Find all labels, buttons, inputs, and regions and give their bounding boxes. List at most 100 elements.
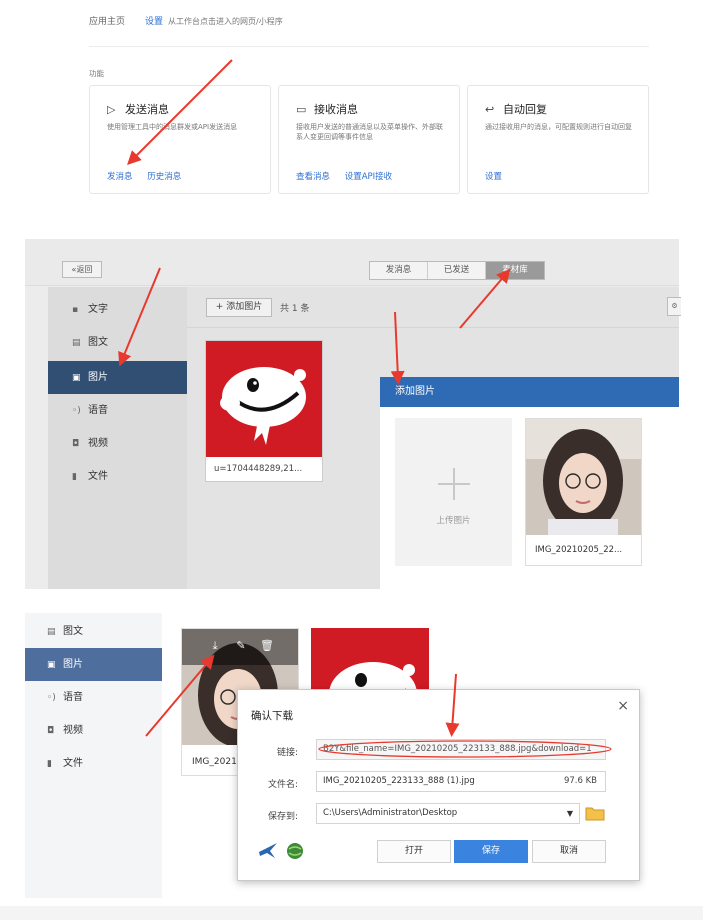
send-message-card: ▷ 发送消息 使用管理工具中的消息群发或API发送消息 发消息 历史消息 [89, 85, 271, 194]
link-field[interactable]: B2Y&file_name=IMG_20210205_223133_888.jp… [316, 739, 606, 760]
material-library-panel: «返回 发消息 已发送 素材库 ▪ 文字 ▤ 图文 ▣ 图片 ◦) 语音 ◘ 视频 ▮ 文件… [25, 239, 681, 589]
file-icon: ▮ [72, 472, 77, 482]
auto-reply-settings-link[interactable]: 设置 [485, 172, 502, 182]
thunder-bird-icon[interactable] [258, 842, 278, 860]
sidebar-item-label: 语音 [88, 405, 108, 416]
voice-icon: ◦) [72, 406, 81, 416]
folder-icon[interactable] [585, 805, 605, 821]
download-icon[interactable]: ⤓ [208, 639, 222, 653]
sidebar-item-label: 视频 [88, 438, 108, 449]
image-text-icon: ▤ [72, 338, 81, 348]
filename-label: 文件名: [267, 780, 298, 790]
sidebar-item-label: 文字 [88, 304, 108, 315]
edit-icon[interactable]: ✎ [234, 639, 248, 653]
file-icon: ▮ [47, 759, 52, 769]
globe-download-icon[interactable] [285, 841, 305, 861]
filename-field[interactable]: IMG_20210205_223133_888 (1).jpg 97.6 KB [316, 771, 606, 792]
sidebar-item-image[interactable]: ▣ 图片 [48, 361, 187, 394]
sidebar-item-text[interactable]: ▪ 文字 [48, 293, 187, 326]
image-icon: ▣ [72, 373, 81, 383]
sidebar-item-voice[interactable]: ◦) 语音 [25, 681, 162, 714]
upload-label: 上传图片 [436, 516, 471, 526]
save-button[interactable]: 保存 [454, 840, 528, 863]
item-count: 共 1 条 [280, 304, 310, 314]
sidebar-item-label: 图文 [88, 337, 108, 348]
view-messages-link[interactable]: 查看消息 [296, 172, 330, 182]
sidebar-item-label: 文件 [88, 471, 108, 482]
top-bar [25, 239, 679, 286]
sidebar-item-label: 视频 [63, 725, 83, 736]
settings-icon[interactable]: ⚙ [667, 297, 681, 316]
tab-material-library[interactable]: 素材库 [486, 262, 544, 279]
text-icon: ▪ [72, 305, 79, 315]
jd-mascot-image [206, 341, 322, 457]
image-text-icon: ▤ [47, 627, 56, 637]
close-icon[interactable]: × [617, 698, 629, 714]
card-description: 通过接收用户的消息，可配置规则进行自动回复 [485, 123, 632, 131]
card-title: 自动回复 [503, 103, 547, 116]
trash-icon[interactable]: 🗑 [260, 639, 274, 653]
sidebar-item-video[interactable]: ◘ 视频 [48, 427, 187, 460]
sidebar: ▤ 图文 ▣ 图片 ◦) 语音 ◘ 视频 ▮ 文件 [25, 613, 162, 898]
message-history-link[interactable]: 历史消息 [147, 172, 181, 182]
breadcrumb-home[interactable]: 应用主页 [89, 17, 125, 27]
sidebar-item-file[interactable]: ▮ 文件 [48, 460, 187, 493]
open-button[interactable]: 打开 [377, 840, 451, 863]
upload-image-tile[interactable]: 上传图片 [395, 418, 512, 566]
cancel-button[interactable]: 取消 [532, 840, 606, 863]
sidebar-item-label: 语音 [63, 692, 83, 703]
section-label: 功能 [89, 69, 104, 78]
add-image-button[interactable]: + 添加图片 [206, 298, 272, 317]
thumbnail-caption: u=1704448289,21... [214, 464, 303, 474]
saveto-value: C:\Users\Administrator\Desktop [323, 808, 458, 818]
breadcrumb-current[interactable]: 设置 [145, 17, 163, 27]
breadcrumb-description: 从工作台点击进入的网页/小程序 [168, 17, 283, 26]
chevron-down-icon: ▼ [566, 809, 573, 818]
back-button[interactable]: «返回 [62, 261, 102, 278]
card-description: 使用管理工具中的消息群发或API发送消息 [107, 123, 238, 131]
sidebar-item-image-text[interactable]: ▤ 图文 [48, 326, 187, 359]
divider [187, 327, 679, 328]
image-icon: ▣ [47, 660, 56, 670]
plus-icon [438, 468, 470, 500]
card-title: 发送消息 [125, 103, 169, 116]
sidebar-item-label: 文件 [63, 758, 83, 769]
card-description: 接收用户发送的普通消息以及菜单操作、外部联系人变更回调等事件信息 [296, 123, 443, 141]
set-api-receive-link[interactable]: 设置API接收 [345, 172, 392, 182]
sidebar-item-image[interactable]: ▣ 图片 [25, 648, 162, 681]
confirm-download-dialog: 确认下载 × 链接: B2Y&file_name=IMG_20210205_22… [237, 689, 640, 881]
sidebar-item-label: 图片 [63, 659, 83, 670]
tab-sent[interactable]: 已发送 [428, 262, 486, 279]
photo-tile[interactable]: IMG_20210205_22... [525, 418, 642, 566]
sidebar: ▪ 文字 ▤ 图文 ▣ 图片 ◦) 语音 ◘ 视频 ▮ 文件 [48, 287, 187, 589]
filename-value: IMG_20210205_223133_888 (1).jpg [323, 776, 475, 786]
file-size: 97.6 KB [563, 776, 597, 786]
footer-strip [0, 906, 703, 920]
chat-icon: ▭ [296, 103, 307, 116]
sidebar-item-file[interactable]: ▮ 文件 [25, 747, 162, 780]
send-icon: ▷ [107, 103, 116, 116]
dialog-title: 确认下载 [251, 710, 293, 722]
sidebar-item-label: 图文 [63, 626, 83, 637]
reply-icon: ↩ [485, 103, 495, 116]
photo-toolbar: ⤓ ✎ 🗑 [182, 629, 298, 665]
send-message-link[interactable]: 发消息 [107, 172, 133, 182]
tab-group: 发消息 已发送 素材库 [369, 261, 545, 280]
sidebar-item-voice[interactable]: ◦) 语音 [48, 394, 187, 427]
card-title: 接收消息 [314, 103, 358, 116]
saveto-select[interactable]: C:\Users\Administrator\Desktop ▼ [316, 803, 580, 824]
video-icon: ◘ [72, 439, 80, 449]
photo-caption: IMG_20210205_22... [535, 545, 623, 555]
link-label: 链接: [276, 748, 298, 758]
receive-message-card: ▭ 接收消息 接收用户发送的普通消息以及菜单操作、外部联系人变更回调等事件信息 查… [278, 85, 460, 194]
tab-send-message[interactable]: 发消息 [370, 262, 428, 279]
sidebar-item-label: 图片 [88, 372, 108, 383]
portrait-photo [526, 419, 641, 535]
breadcrumb: 应用主页 设置 从工作台点击进入的网页/小程序 [89, 14, 283, 27]
image-thumbnail-card[interactable]: u=1704448289,21... [205, 340, 323, 482]
add-image-dialog: 添加图片 上传图片 IMG_20210205_22... [380, 377, 679, 589]
sidebar-item-video[interactable]: ◘ 视频 [25, 714, 162, 747]
voice-icon: ◦) [47, 693, 56, 703]
sidebar-item-image-text[interactable]: ▤ 图文 [25, 615, 162, 648]
photo-caption: IMG_2021 [192, 757, 237, 767]
